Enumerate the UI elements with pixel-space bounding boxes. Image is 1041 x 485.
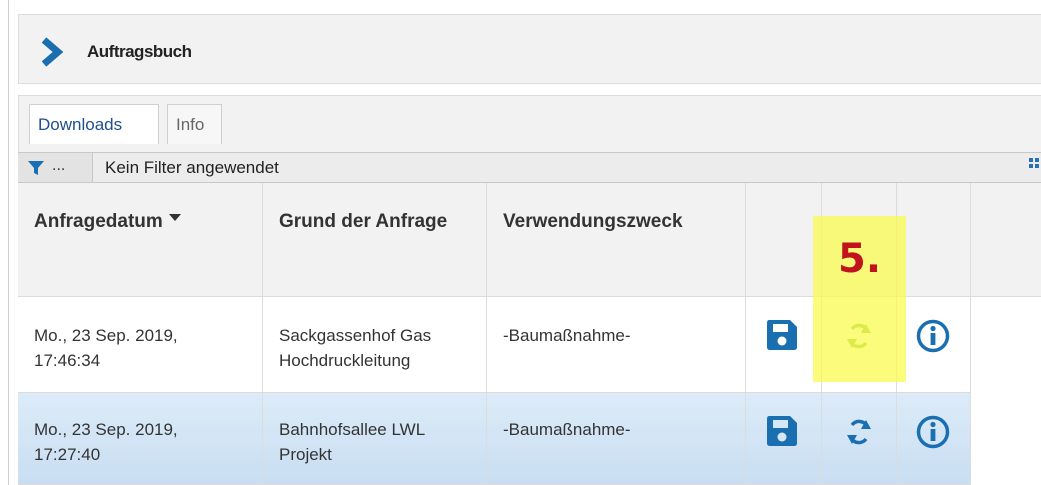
refresh-icon[interactable] [844,417,874,447]
cell-date: Mo., 23 Sep. 2019, 17:46:34 [18,297,263,393]
cell-info [897,297,971,393]
tab-downloads[interactable]: Downloads [29,104,159,144]
filter-bar: ... Kein Filter angewendet [18,152,1041,183]
cell-save [746,393,822,485]
info-icon[interactable] [916,319,950,353]
tab-bar: Downloads Info [18,95,1041,153]
column-header-save [746,183,822,297]
reason-text: Sackgassenhof Gas [279,326,432,345]
cell-date: Mo., 23 Sep. 2019, 17:27:40 [18,393,263,485]
cell-purpose: -Baumaßnahme- [487,297,746,393]
column-header-anfragedatum[interactable]: Anfragedatum [18,183,263,297]
column-header-empty [971,183,1041,297]
date-text: Mo., 23 Sep. 2019, [34,326,178,345]
cell-empty [971,297,1041,393]
left-border [8,0,9,485]
cell-save [746,297,822,393]
column-header-info [897,183,971,297]
cell-info [897,393,971,485]
column-header-verwendungszweck[interactable]: Verwendungszweck [487,183,746,297]
reason-text-cont: Projekt [279,445,332,464]
reason-text-cont: Hochdruckleitung [279,351,411,370]
cell-refresh [822,393,897,485]
filter-icon[interactable] [28,160,44,176]
reason-text: Bahnhofsallee LWL [279,420,426,439]
time-text: 17:46:34 [34,351,101,370]
filter-menu-button[interactable]: ... [52,157,65,175]
filter-status: Kein Filter angewendet [92,153,1041,182]
sort-descending-icon [168,214,181,222]
info-icon[interactable] [916,415,950,449]
cell-purpose: -Baumaßnahme- [487,393,746,485]
column-header-grund[interactable]: Grund der Anfrage [263,183,487,297]
save-icon[interactable] [766,319,798,351]
page-title: Auftragsbuch [87,42,192,61]
cell-reason: Sackgassenhof Gas Hochdruckleitung [263,297,487,393]
column-header-label: Anfragedatum [34,211,163,232]
panel-header[interactable]: Auftragsbuch [18,14,1041,84]
cell-empty [971,393,1041,485]
chevron-right-icon[interactable] [39,37,65,67]
date-text: Mo., 23 Sep. 2019, [34,420,178,439]
cell-reason: Bahnhofsallee LWL Projekt [263,393,487,485]
time-text: 17:27:40 [34,445,101,464]
save-icon[interactable] [766,415,798,447]
step-label: 5. [838,236,882,282]
tab-info[interactable]: Info [167,104,222,144]
grid-icon[interactable] [1029,158,1041,168]
